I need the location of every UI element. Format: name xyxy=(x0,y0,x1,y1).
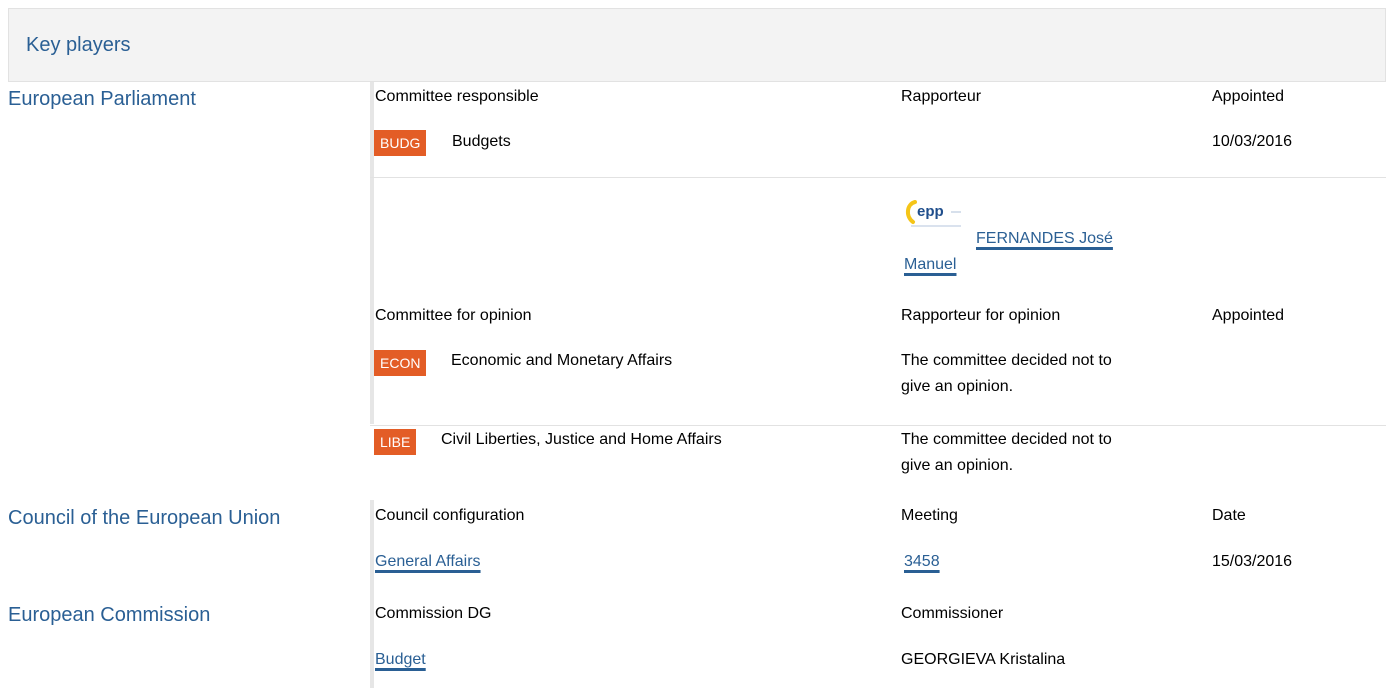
council-configuration-link[interactable]: General Affairs xyxy=(375,553,481,571)
row-divider xyxy=(370,177,1386,178)
col-header-meeting: Meeting xyxy=(901,507,958,524)
epp-party-logo-icon: epp xyxy=(906,200,961,227)
rapporteur-link-line2[interactable]: Manuel xyxy=(904,256,956,274)
appointed-date: 10/03/2016 xyxy=(1212,133,1293,150)
committee-name-libe: Civil Liberties, Justice and Home Affair… xyxy=(441,431,722,448)
section-divider-council-commission xyxy=(370,500,374,688)
col-header-appointed-opinion: Appointed xyxy=(1212,307,1285,324)
section-label-commission: European Commission xyxy=(8,604,211,626)
rapporteur-link-line1[interactable]: FERNANDES José xyxy=(976,230,1113,248)
opinion-note-line1: The committee decided not to xyxy=(901,352,1112,369)
committee-name-econ: Economic and Monetary Affairs xyxy=(451,352,673,369)
page-title: Key players xyxy=(26,34,131,56)
col-header-commissioner: Commissioner xyxy=(901,605,1004,622)
col-header-committee-opinion: Committee for opinion xyxy=(375,307,532,324)
meeting-date: 15/03/2016 xyxy=(1212,553,1293,570)
col-header-date: Date xyxy=(1212,507,1246,524)
committee-badge-budg: BUDG xyxy=(374,130,427,156)
col-header-committee-responsible: Committee responsible xyxy=(375,88,539,105)
col-header-rapporteur-opinion: Rapporteur for opinion xyxy=(901,307,1061,324)
committee-badge-econ: ECON xyxy=(374,350,427,376)
section-label-parliament: European Parliament xyxy=(8,88,196,110)
col-header-rapporteur: Rapporteur xyxy=(901,88,982,105)
opinion-note-line2: give an opinion. xyxy=(901,378,1014,395)
col-header-appointed: Appointed xyxy=(1212,88,1285,105)
meeting-link[interactable]: 3458 xyxy=(904,553,940,571)
commissioner-name: GEORGIEVA Kristalina xyxy=(901,651,1066,668)
opinion-note-line2: give an opinion. xyxy=(901,457,1014,474)
section-label-council: Council of the European Union xyxy=(8,507,281,529)
col-header-council-configuration: Council configuration xyxy=(375,507,525,524)
committee-name-budgets: Budgets xyxy=(452,133,511,150)
svg-text:epp: epp xyxy=(917,203,944,220)
col-header-commission-dg: Commission DG xyxy=(375,605,492,622)
opinion-note-line1: The committee decided not to xyxy=(901,431,1112,448)
committee-badge-libe: LIBE xyxy=(374,429,417,455)
key-players-header xyxy=(8,8,1386,82)
row-divider xyxy=(370,425,1386,426)
commission-dg-link[interactable]: Budget xyxy=(375,651,426,669)
